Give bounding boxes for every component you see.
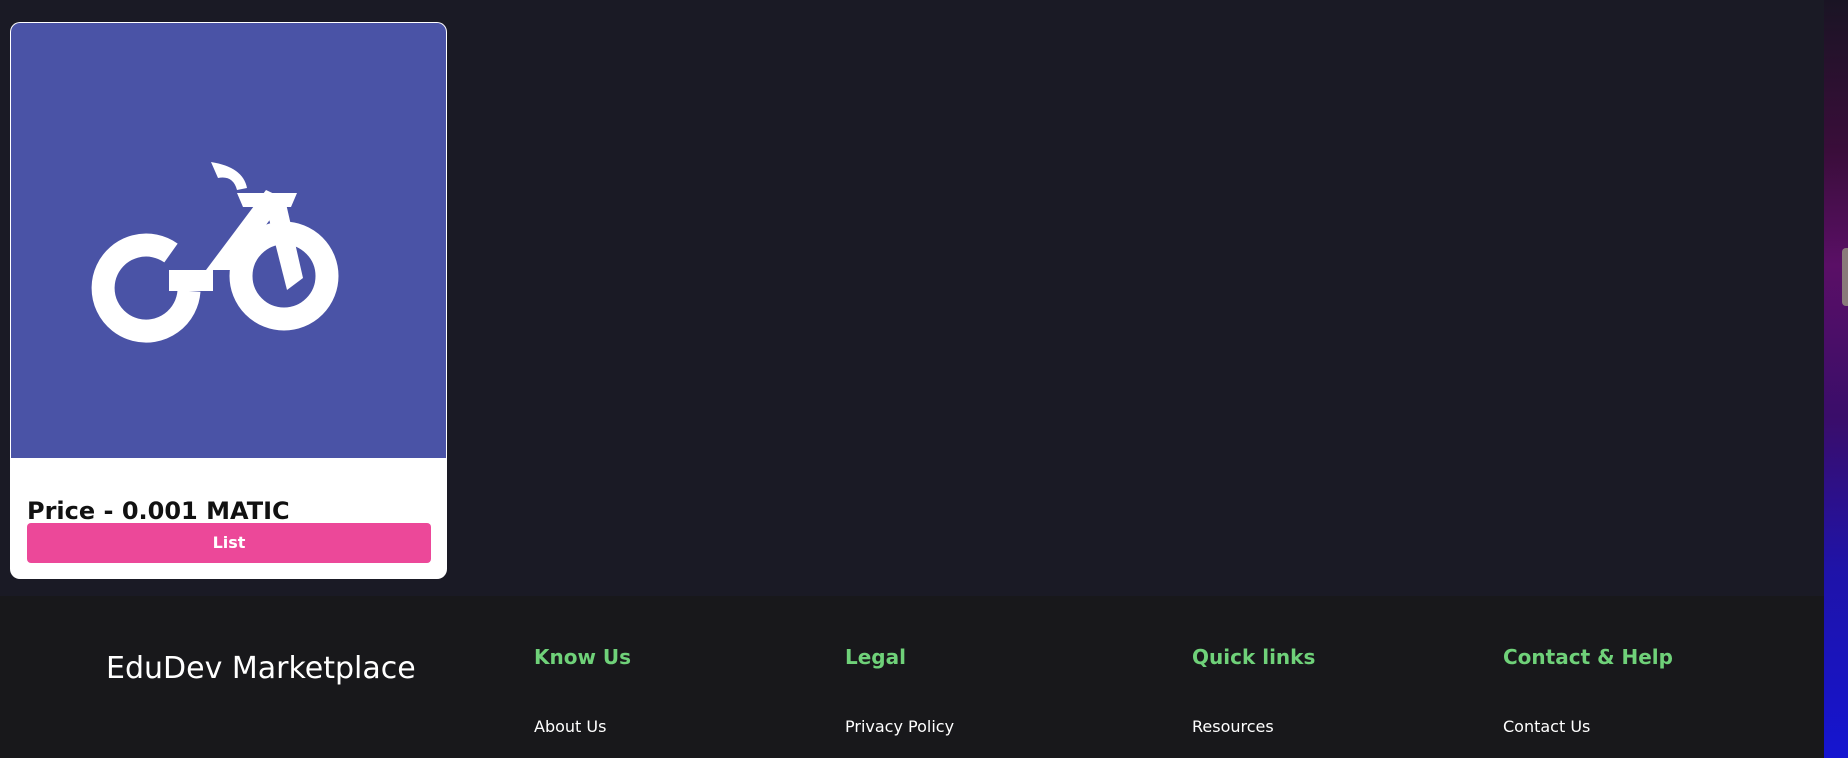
- scrollbar-thumb[interactable]: [1842, 248, 1848, 306]
- list-button[interactable]: List: [27, 523, 431, 563]
- footer-heading-legal: Legal: [845, 645, 906, 669]
- footer-heading-quick-links: Quick links: [1192, 645, 1316, 669]
- page: Price - 0.001 MATIC List EduDev Marketpl…: [0, 0, 1848, 758]
- price-label: Price - 0.001 MATIC: [27, 497, 290, 525]
- footer-heading-know-us: Know Us: [534, 645, 632, 669]
- footer-heading-contact-help: Contact & Help: [1503, 645, 1673, 669]
- footer-link-resources[interactable]: Resources: [1192, 717, 1274, 736]
- go-bike-logo-icon: [91, 162, 339, 343]
- main-content: Price - 0.001 MATIC List: [0, 0, 1824, 596]
- page-scrollbar[interactable]: [1824, 0, 1848, 758]
- footer-link-about-us[interactable]: About Us: [534, 717, 606, 736]
- footer-link-contact-us[interactable]: Contact Us: [1503, 717, 1590, 736]
- nft-image[interactable]: [11, 23, 446, 458]
- nft-card[interactable]: Price - 0.001 MATIC List: [10, 22, 447, 579]
- footer-link-privacy-policy[interactable]: Privacy Policy: [845, 717, 954, 736]
- footer: EduDev Marketplace Know Us About Us Lega…: [0, 596, 1824, 758]
- footer-brand: EduDev Marketplace: [106, 651, 416, 686]
